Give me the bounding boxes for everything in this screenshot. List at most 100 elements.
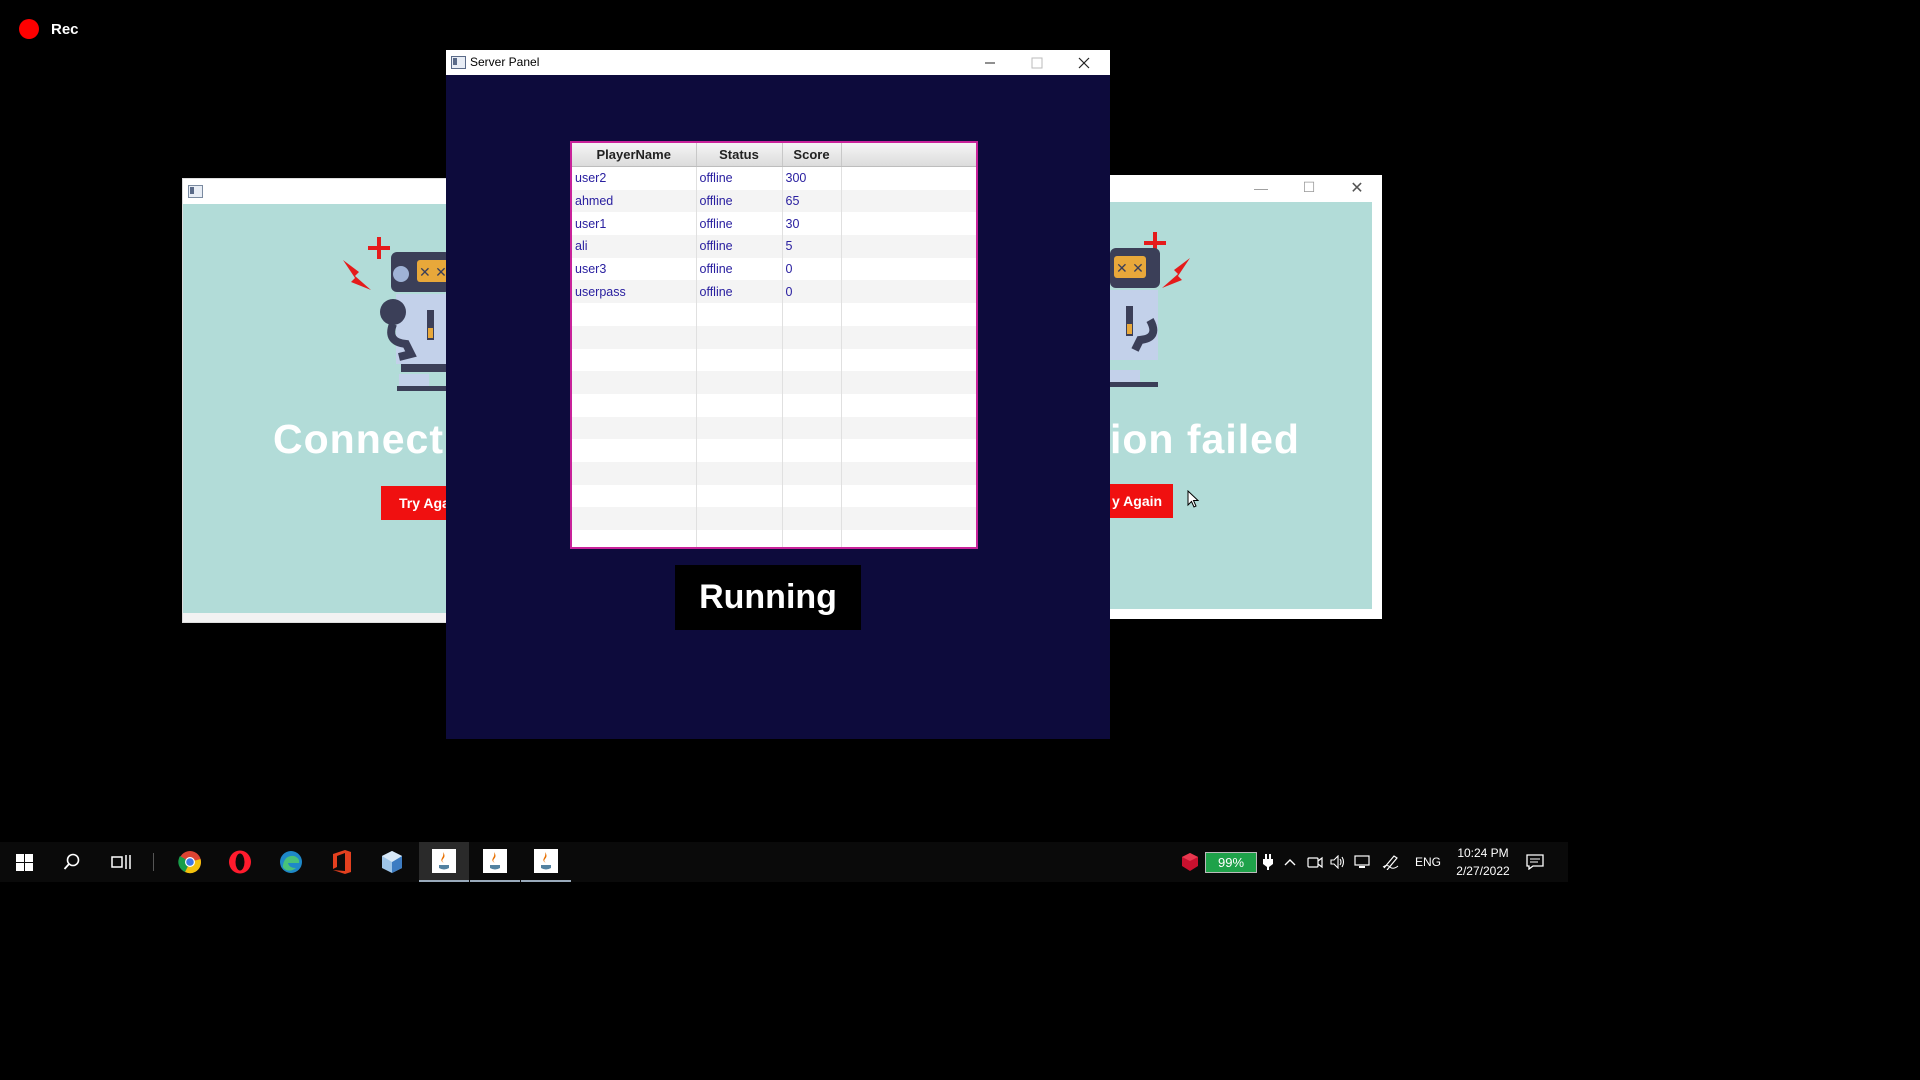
cell-score: 300	[782, 166, 842, 190]
volume-icon[interactable]	[1327, 842, 1349, 882]
java-icon	[534, 849, 558, 873]
connection-failed-message: Connectio	[273, 416, 447, 462]
windows-logo-icon	[15, 853, 33, 871]
java-icon	[432, 849, 456, 873]
cell-status: offline	[696, 235, 783, 258]
table-row[interactable]: user2 offline 300	[572, 166, 976, 190]
notifications-button[interactable]	[1521, 842, 1549, 882]
client-left-bottom-bar	[183, 613, 447, 622]
java-app-1[interactable]	[419, 842, 469, 882]
empty-row	[572, 325, 976, 349]
security-tray-icon[interactable]	[1178, 842, 1202, 882]
connection-failed-message: ion failed	[1110, 416, 1300, 462]
network-icon[interactable]	[1351, 842, 1375, 882]
try-again-button[interactable]: Try Agai	[381, 486, 447, 520]
table-row[interactable]: ahmed offline 65	[572, 189, 976, 213]
language-indicator[interactable]: ENG	[1415, 855, 1441, 869]
search-icon	[63, 853, 80, 870]
taskbar-divider	[153, 853, 154, 871]
opera-icon	[229, 850, 251, 874]
table-row[interactable]: user1 offline 30	[572, 212, 976, 236]
column-header-score[interactable]: Score	[782, 143, 842, 167]
java-app-3[interactable]	[521, 842, 571, 882]
column-header-filler	[841, 143, 976, 167]
recording-label: Rec	[51, 20, 79, 38]
app-icon	[188, 185, 203, 198]
svg-text:✕ ✕: ✕ ✕	[419, 265, 447, 281]
server-status-label[interactable]: Running	[675, 565, 861, 630]
broken-robot-icon: ✕ ✕	[343, 237, 447, 391]
clock[interactable]: 10:24 PM 2/27/2022	[1448, 844, 1518, 880]
power-plug-icon[interactable]	[1258, 842, 1278, 882]
java-icon	[483, 849, 507, 873]
table-row[interactable]: userpass offline 0	[572, 280, 976, 304]
virtualbox-app[interactable]	[368, 842, 416, 882]
edge-app[interactable]	[267, 842, 315, 882]
close-button[interactable]	[1060, 50, 1108, 75]
empty-row	[572, 461, 976, 485]
client-left-titlebar[interactable]	[183, 179, 447, 204]
notification-icon	[1526, 854, 1544, 870]
cell-score: 30	[782, 212, 842, 236]
cell-score: 0	[782, 280, 842, 304]
cell-score: 0	[782, 257, 842, 281]
app-icon	[451, 56, 466, 69]
cell-playername: userpass	[572, 280, 697, 304]
try-again-button[interactable]: y Again	[1110, 484, 1173, 518]
clock-time: 10:24 PM	[1457, 846, 1509, 860]
table-row[interactable]: user3 offline 0	[572, 257, 976, 281]
task-view-icon	[111, 855, 131, 869]
empty-row	[572, 303, 976, 326]
client-window-right[interactable]: — ☐ ✕ ✕ ✕ ion failed y Again	[1110, 175, 1382, 619]
empty-row	[572, 371, 976, 394]
empty-row	[572, 439, 976, 462]
office-icon	[333, 850, 351, 874]
chrome-app[interactable]	[166, 842, 214, 882]
broken-robot-icon: ✕ ✕	[1110, 232, 1190, 387]
cell-playername: user2	[572, 166, 697, 190]
empty-row	[572, 348, 976, 372]
cell-score: 5	[782, 235, 842, 258]
empty-row	[572, 530, 976, 547]
table-row[interactable]: ali offline 5	[572, 235, 976, 258]
office-app[interactable]	[318, 842, 366, 882]
client-right-content: ✕ ✕ ion failed y Again	[1110, 202, 1372, 609]
opera-app[interactable]	[216, 842, 264, 882]
table-header: PlayerName Status Score	[572, 143, 976, 167]
players-table[interactable]: PlayerName Status Score user2 offline 30…	[570, 141, 978, 549]
cell-score: 65	[782, 189, 842, 213]
empty-row	[572, 393, 976, 417]
maximize-button[interactable]: ☐	[1286, 175, 1332, 200]
show-hidden-icons-button[interactable]	[1280, 842, 1300, 882]
cell-status: offline	[696, 280, 783, 304]
cell-playername: user3	[572, 257, 697, 281]
chrome-icon	[178, 851, 201, 874]
empty-row	[572, 484, 976, 508]
minimize-button[interactable]	[966, 50, 1014, 75]
taskbar: 99% ENG 10:24 PM 2/27/2022	[0, 842, 1568, 882]
battery-indicator[interactable]: 99%	[1205, 852, 1257, 873]
client-window-left[interactable]: ✕ ✕ Connectio Try Agai	[182, 178, 448, 623]
edge-icon	[280, 851, 302, 873]
start-button[interactable]	[0, 842, 48, 882]
column-header-playername[interactable]: PlayerName	[572, 143, 697, 167]
java-app-2[interactable]	[470, 842, 520, 882]
pen-workspace-icon[interactable]	[1379, 842, 1403, 882]
meet-now-icon[interactable]	[1304, 842, 1326, 882]
clock-date: 2/27/2022	[1456, 864, 1510, 878]
close-button[interactable]: ✕	[1334, 175, 1380, 200]
server-panel-titlebar[interactable]: Server Panel	[446, 50, 1110, 75]
server-panel-window[interactable]: Server Panel PlayerName Status Score use…	[446, 50, 1110, 739]
window-title: Server Panel	[470, 55, 540, 69]
empty-row	[572, 507, 976, 530]
task-view-button[interactable]	[97, 842, 145, 882]
antivirus-icon	[1182, 853, 1198, 871]
maximize-button[interactable]	[1013, 50, 1061, 75]
cell-playername: ahmed	[572, 189, 697, 213]
search-button[interactable]	[48, 842, 96, 882]
minimize-button[interactable]: —	[1238, 175, 1284, 200]
cell-status: offline	[696, 166, 783, 190]
cell-status: offline	[696, 257, 783, 281]
column-header-status[interactable]: Status	[696, 143, 783, 167]
empty-row	[572, 416, 976, 440]
